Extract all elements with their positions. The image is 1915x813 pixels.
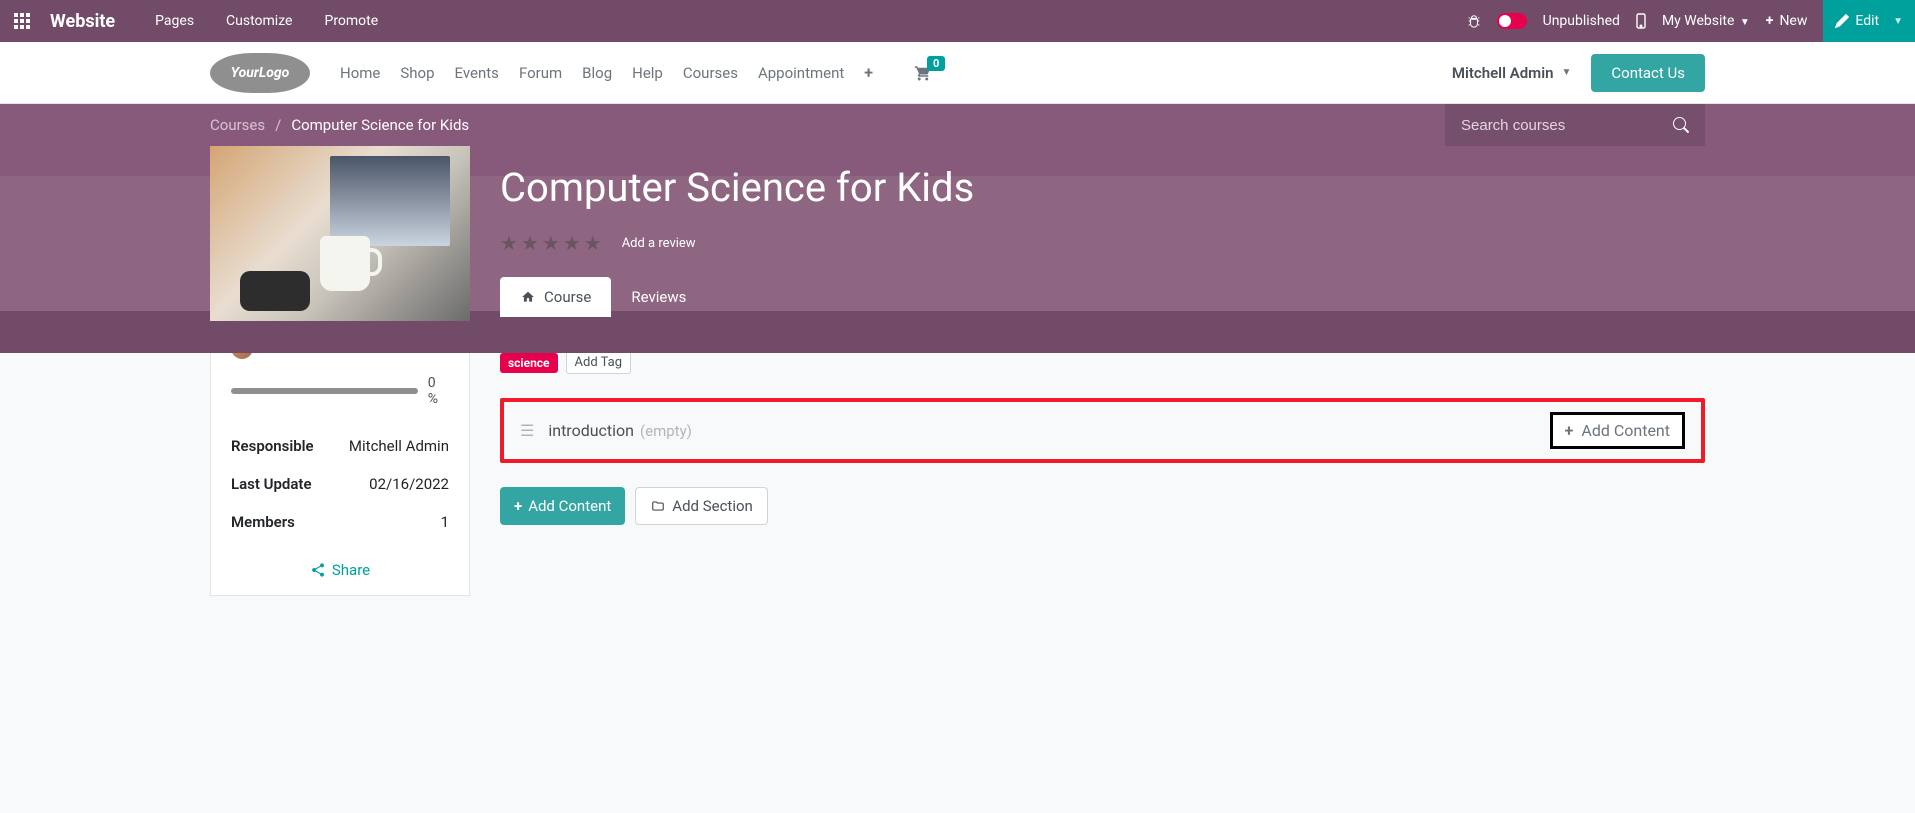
new-button[interactable]: + New (1766, 13, 1808, 29)
share-button[interactable]: Share (231, 561, 449, 579)
tab-course[interactable]: Course (500, 277, 611, 317)
members-label: Members (231, 513, 295, 531)
add-section-button[interactable]: Add Section (635, 487, 768, 525)
apps-grid-icon[interactable] (14, 13, 30, 29)
cart-button[interactable]: 0 (913, 64, 933, 82)
nav-link-shop[interactable]: Shop (400, 64, 434, 82)
course-content-area: science Add Tag ☰ introduction (empty) +… (500, 321, 1705, 596)
course-image (210, 146, 470, 321)
nav-link-events[interactable]: Events (455, 64, 499, 82)
members-value: 1 (441, 513, 449, 531)
section-row-highlighted: ☰ introduction (empty) + Add Content (500, 398, 1705, 463)
cart-badge: 0 (927, 56, 945, 71)
add-content-inline-button[interactable]: + Add Content (1550, 412, 1685, 449)
section-empty-label: (empty) (640, 422, 692, 440)
last-update-label: Last Update (231, 475, 312, 493)
progress-bar (231, 388, 418, 394)
contact-us-button[interactable]: Contact Us (1591, 54, 1705, 92)
section-title[interactable]: introduction (548, 421, 634, 440)
course-tag[interactable]: science (500, 353, 558, 373)
site-navbar: YourLogo Home Shop Events Forum Blog Hel… (0, 42, 1915, 104)
app-name[interactable]: Website (50, 11, 115, 32)
last-update-value: 02/16/2022 (369, 475, 449, 493)
user-menu[interactable]: Mitchell Admin ▼ (1452, 64, 1572, 82)
site-logo[interactable]: YourLogo (210, 53, 310, 93)
nav-link-courses[interactable]: Courses (683, 64, 738, 82)
bug-icon[interactable] (1467, 14, 1481, 28)
breadcrumb-current: Computer Science for Kids (291, 116, 469, 134)
nav-link-home[interactable]: Home (340, 64, 380, 82)
nav-link-blog[interactable]: Blog (582, 64, 612, 82)
progress-percent: 0 % (428, 375, 449, 407)
tab-reviews[interactable]: Reviews (611, 277, 706, 317)
course-sidebar: You're enrolled ✓ 0 % Responsible Mitche… (210, 321, 470, 596)
course-search[interactable] (1445, 104, 1705, 146)
nav-link-help[interactable]: Help (632, 64, 663, 82)
admin-link-pages[interactable]: Pages (145, 13, 204, 29)
nav-add-menu-icon[interactable]: + (864, 63, 873, 82)
course-title: Computer Science for Kids (500, 164, 1705, 211)
course-hero: Courses / Computer Science for Kids Comp… (0, 104, 1915, 321)
responsible-label: Responsible (231, 437, 314, 455)
responsible-value: Mitchell Admin (349, 437, 449, 455)
search-icon[interactable] (1673, 117, 1689, 133)
search-input[interactable] (1461, 117, 1661, 134)
nav-link-forum[interactable]: Forum (519, 64, 562, 82)
add-review-link[interactable]: Add a review (622, 236, 696, 251)
add-content-button[interactable]: + Add Content (500, 487, 625, 525)
publish-toggle[interactable] (1497, 13, 1527, 29)
breadcrumb-parent[interactable]: Courses (210, 116, 265, 134)
mobile-preview-icon[interactable] (1636, 13, 1646, 29)
rating-stars[interactable]: ★★★★★ (500, 231, 602, 255)
add-tag-button[interactable]: Add Tag (566, 351, 632, 374)
admin-link-customize[interactable]: Customize (216, 13, 302, 29)
publish-status-label: Unpublished (1543, 13, 1620, 29)
nav-link-appointment[interactable]: Appointment (758, 64, 844, 82)
admin-link-promote[interactable]: Promote (314, 13, 388, 29)
edit-button[interactable]: Edit ▼ (1823, 0, 1915, 42)
admin-top-bar: Website Pages Customize Promote Unpublis… (0, 0, 1915, 42)
breadcrumb: Courses / Computer Science for Kids (210, 116, 469, 134)
website-selector[interactable]: My Website ▼ (1662, 13, 1750, 29)
drag-handle-icon[interactable]: ☰ (520, 421, 534, 440)
